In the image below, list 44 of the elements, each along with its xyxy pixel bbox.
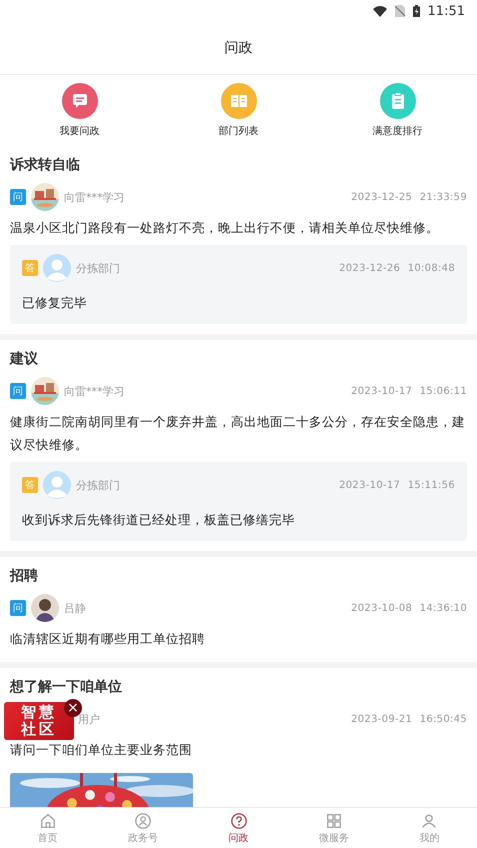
category-title: 诉求转自临 (10, 156, 80, 174)
person-icon (134, 812, 152, 830)
post-time: 2023-12-25 21:33:59 (351, 192, 467, 202)
question-icon (230, 812, 248, 830)
question-tag: 问 (10, 189, 26, 205)
question-text: 温泉小区北门路段有一处路灯不亮，晚上出行不便，请相关单位尽快维修。 (10, 219, 440, 237)
user-icon (420, 812, 438, 830)
question-tag: 问 (10, 383, 26, 399)
answer-tag: 答 (22, 477, 38, 493)
post-time: 2023-12-26 10:08:48 (339, 262, 455, 274)
category-title: 招聘 (10, 567, 38, 585)
answer-tag: 答 (22, 260, 38, 276)
category-title: 想了解一下咱单位 (10, 678, 122, 696)
question-text: 临清辖区近期有哪些用工单位招聘 (10, 630, 206, 648)
author-name: 向雷***学习 (64, 190, 124, 204)
answer-text: 已修复完毕 (22, 294, 88, 312)
post-time: 2023-10-17 15:06:11 (351, 386, 467, 396)
quick-action[interactable]: 我要问政 (0, 83, 159, 138)
quick-action[interactable]: 部门列表 (159, 83, 318, 138)
question-text: 请问一下咱们单位主要业务范围 (10, 741, 193, 759)
grid-icon (324, 812, 343, 830)
home-icon (38, 812, 57, 830)
nav-tab[interactable]: 问政 (190, 808, 286, 848)
post-time: 2023-10-08 14:36:10 (351, 602, 467, 614)
wifi-icon (372, 6, 387, 16)
quick-action[interactable]: 满意度排行 (318, 83, 477, 138)
post-time: 2023-10-17 15:11:56 (339, 480, 455, 490)
category-title: 建议 (10, 350, 38, 368)
question-text: 健康街二院南胡同里有一个废弃井盖，高出地面二十多公分，存在安全隐患，建议尽快维修。 (10, 413, 466, 454)
author-name: 分拣部门 (76, 260, 120, 276)
answer-text: 收到诉求后先锋街道已经处理，板盖已修缮完毕 (22, 511, 296, 529)
question-tag: 问 (10, 600, 26, 616)
avatar-icon (43, 471, 71, 499)
post-time: 2023-09-21 16:50:45 (351, 714, 467, 724)
badge-text: 社区 (21, 721, 57, 738)
battery-icon (412, 5, 420, 17)
badge-text: 智慧 (21, 704, 57, 721)
clock-time: 11:51 (428, 4, 465, 18)
author-name: 吕静 (64, 600, 86, 616)
author-name: 向雷***学习 (64, 384, 124, 398)
page-title: 问政 (224, 39, 252, 57)
author-name: 分拣部门 (76, 478, 120, 492)
avatar-icon (43, 254, 71, 282)
no-sim-icon (394, 5, 405, 17)
